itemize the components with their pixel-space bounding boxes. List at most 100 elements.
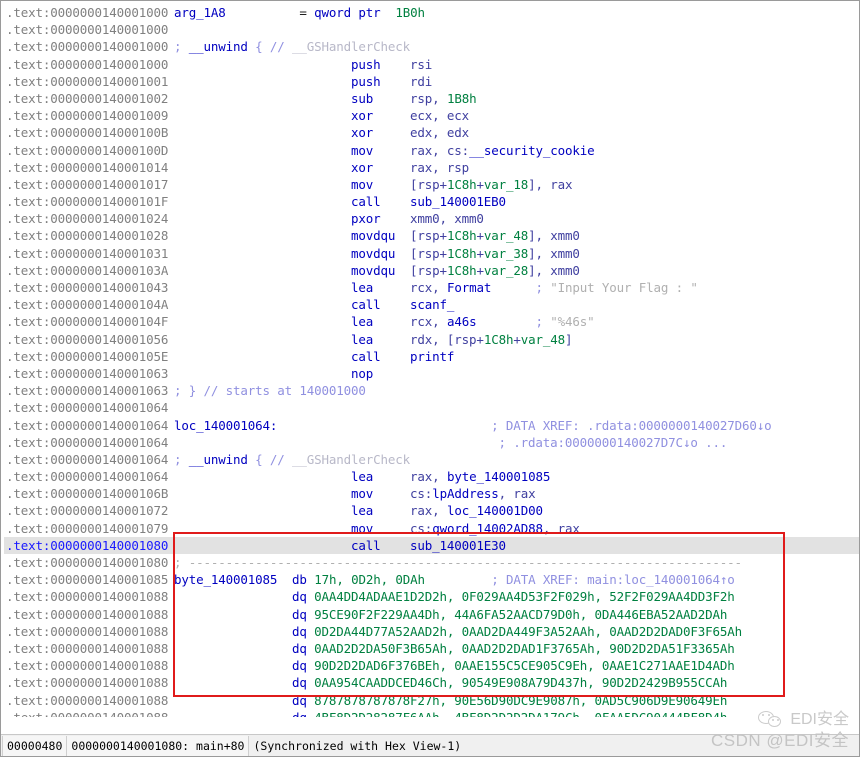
disasm-line[interactable]: .text:000000014000103A movdqu [rsp+1C8h+… [4, 262, 859, 279]
line-text: dq 0AA954CAADDCED46Ch, 90549E908A79D437h… [292, 675, 728, 691]
line-text: mov cs:lpAddress, rax [351, 486, 536, 502]
line-text: lea rdx, [rsp+1C8h+var_48] [351, 331, 573, 347]
disasm-line[interactable]: .text:0000000140001031 movdqu [rsp+1C8h+… [4, 245, 859, 262]
disasm-line[interactable]: .text:0000000140001088 dq 0AA954CAADDCED… [4, 674, 859, 691]
disasm-line[interactable]: .text:0000000140001088 dq 8787878787878F… [4, 692, 859, 709]
disasm-line[interactable]: .text:0000000140001088 dq 0D2DA44D77A52A… [4, 623, 859, 640]
disasm-line[interactable]: .text:0000000140001063 ; } // starts at 1… [4, 382, 859, 399]
disasm-line[interactable]: .text:0000000140001000 arg_1A8 = qword pt… [4, 4, 859, 21]
line-address: .text:000000014000104A [6, 297, 169, 313]
status-sync-note: (Synchronized with Hex View-1) [253, 738, 462, 753]
disasm-line[interactable]: .text:0000000140001063 nop [4, 365, 859, 382]
line-text: ; --------------------------------------… [174, 555, 742, 570]
disasm-line[interactable]: .text:0000000140001085 byte_140001085 db … [4, 571, 859, 588]
disasm-line[interactable]: .text:0000000140001072 lea rax, loc_1400… [4, 502, 859, 519]
line-text: byte_140001085 db 17h, 0D2h, 0DAh ; DATA… [174, 572, 735, 588]
disasm-line[interactable]: .text:0000000140001080 ; ----------------… [4, 554, 859, 571]
line-text: ; __unwind { // __GSHandlerCheck [174, 451, 411, 467]
disasm-line[interactable]: .text:0000000140001088 dq 90D2D2DAD6F376… [4, 657, 859, 674]
disasm-line[interactable]: .text:0000000140001064 ; .rdata:00000001… [4, 434, 859, 451]
line-text: loc_140001064: ; DATA XREF: .rdata:00000… [174, 417, 772, 433]
disasm-line[interactable]: .text:0000000140001002 sub rsp, 1B8h [4, 90, 859, 107]
disasm-line[interactable]: .text:0000000140001088 dq 95CE90F2F229AA… [4, 606, 859, 623]
line-address: .text:000000014000103A [6, 262, 169, 278]
line-text: lea rax, loc_140001D00 [351, 503, 543, 519]
line-address: .text:0000000140001088 [6, 589, 169, 605]
disasm-line[interactable]: .text:000000014000105E call printf [4, 348, 859, 365]
line-address: .text:0000000140001064 [6, 417, 169, 433]
line-address: .text:0000000140001088 [4, 709, 174, 717]
line-text: movdqu [rsp+1C8h+var_38], xmm0 [351, 245, 580, 261]
disasm-line[interactable]: .text:000000014000104F lea rcx, a46s ; "… [4, 313, 859, 330]
disasm-line[interactable]: .text:000000014000104A call scanf_ [4, 296, 859, 313]
line-text: call printf [351, 348, 455, 364]
line-address: .text:0000000140001088 [6, 623, 169, 639]
disassembly-listing[interactable]: .text:0000000140001000 arg_1A8 = qword pt… [1, 1, 859, 717]
line-address: .text:0000000140001064 [6, 469, 169, 485]
line-text: arg_1A8 = qword ptr 1B0h [174, 5, 425, 20]
disasm-line[interactable]: .text:0000000140001000 ; __unwind { // __… [4, 38, 859, 55]
line-address: .text:0000000140001000 [6, 22, 169, 38]
line-address: .text:0000000140001064 [6, 400, 169, 416]
line-address: .text:000000014000104F [6, 314, 169, 330]
line-address: .text:0000000140001080 [6, 537, 169, 553]
line-address: .text:0000000140001079 [6, 520, 169, 536]
line-text: dq 0AA4DD4ADAAE1D2D2h, 0F029AA4D53F2F029… [292, 589, 735, 605]
line-text: dq 8787878787878F27h, 90E56D90DC9E9087h,… [292, 692, 728, 708]
line-text: sub rsp, 1B8h [351, 90, 477, 106]
disasm-line[interactable]: .text:000000014000100B xor edx, edx [4, 124, 859, 141]
disasm-line[interactable]: .text:0000000140001064 loc_140001064: ; D… [4, 417, 859, 434]
line-address: .text:0000000140001017 [6, 176, 169, 192]
line-text: nop [351, 365, 374, 381]
disasm-line[interactable]: .text:0000000140001043 lea rcx, Format ;… [4, 279, 859, 296]
disasm-line[interactable]: .text:0000000140001001 push rdi [4, 73, 859, 90]
line-text: mov [rsp+1C8h+var_18], rax [351, 176, 573, 192]
line-address: .text:0000000140001063 [6, 383, 169, 399]
line-text: lea rcx, Format ; "Input Your Flag : " [351, 280, 698, 295]
line-text: ; .rdata:0000000140027D7C↓o ... [498, 434, 728, 450]
line-address: .text:0000000140001028 [6, 228, 169, 244]
status-bar: 00000480 0000000140001080: main+80 (Sync… [1, 734, 859, 756]
line-address: .text:000000014000101F [6, 194, 169, 210]
disasm-line[interactable]: .text:0000000140001064 ; __unwind { // __… [4, 451, 859, 468]
line-address: .text:0000000140001000 [6, 56, 169, 72]
line-address: .text:0000000140001043 [6, 280, 169, 295]
disasm-line[interactable]: .text:0000000140001088 dq 0AA4DD4ADAAE1D… [4, 588, 859, 605]
line-address: .text:000000014000106B [6, 486, 169, 502]
line-text: lea rcx, a46s ; "%46s" [351, 314, 595, 330]
disasm-line[interactable]: .text:0000000140001014 xor rax, rsp [4, 159, 859, 176]
disasm-line[interactable]: .text:0000000140001056 lea rdx, [rsp+1C8… [4, 331, 859, 348]
line-text: movdqu [rsp+1C8h+var_48], xmm0 [351, 228, 580, 244]
ida-disassembly-window: .text:0000000140001000 arg_1A8 = qword pt… [0, 0, 860, 757]
disasm-line[interactable]: .text:000000014000101F call sub_140001EB… [4, 193, 859, 210]
line-address: .text:0000000140001088 [6, 675, 169, 691]
disasm-line[interactable]: .text:0000000140001088 dq 4BF8D2D28287F6… [4, 709, 859, 717]
line-text: dq 0D2DA44D77A52AAD2h, 0AAD2DA449F3A52AA… [292, 623, 742, 639]
disasm-line[interactable]: .text:0000000140001064 [4, 399, 859, 416]
disasm-line[interactable]: .text:0000000140001080 call sub_140001E3… [4, 536, 859, 554]
line-text: push rsi [351, 56, 433, 72]
line-text: xor edx, edx [351, 125, 470, 141]
disasm-line[interactable]: .text:000000014000100D mov rax, cs:__sec… [4, 142, 859, 159]
line-text: movdqu [rsp+1C8h+var_28], xmm0 [351, 262, 580, 278]
disasm-line[interactable]: .text:000000014000106B mov cs:lpAddress,… [4, 485, 859, 502]
disasm-line[interactable]: .text:0000000140001000 [4, 21, 859, 38]
disasm-line[interactable]: .text:0000000140001009 xor ecx, ecx [4, 107, 859, 124]
disasm-line[interactable]: .text:0000000140001000 push rsi [4, 56, 859, 73]
line-address: .text:0000000140001024 [6, 211, 169, 227]
line-text: dq 4BF8D2D28287F6AAh, 4BF8D2D2D2DA179Ch,… [174, 709, 727, 717]
disasm-line[interactable]: .text:0000000140001088 dq 0AAD2D2DA50F3B… [4, 640, 859, 657]
status-file-offset: 00000480 [2, 735, 68, 756]
disasm-line[interactable]: .text:0000000140001024 pxor xmm0, xmm0 [4, 210, 859, 227]
line-address: .text:0000000140001014 [6, 159, 169, 175]
disasm-line[interactable]: .text:0000000140001028 movdqu [rsp+1C8h+… [4, 227, 859, 244]
line-text: call scanf_ [351, 297, 455, 313]
line-address: .text:0000000140001031 [6, 245, 169, 261]
disasm-line[interactable]: .text:0000000140001079 mov cs:qword_1400… [4, 520, 859, 537]
line-address: .text:000000014000105E [6, 348, 169, 364]
disasm-line[interactable]: .text:0000000140001017 mov [rsp+1C8h+var… [4, 176, 859, 193]
line-text: xor rax, rsp [351, 159, 470, 175]
line-address: .text:0000000140001072 [6, 503, 169, 519]
disasm-line[interactable]: .text:0000000140001064 lea rax, byte_140… [4, 468, 859, 485]
line-address: .text:0000000140001088 [6, 658, 169, 674]
